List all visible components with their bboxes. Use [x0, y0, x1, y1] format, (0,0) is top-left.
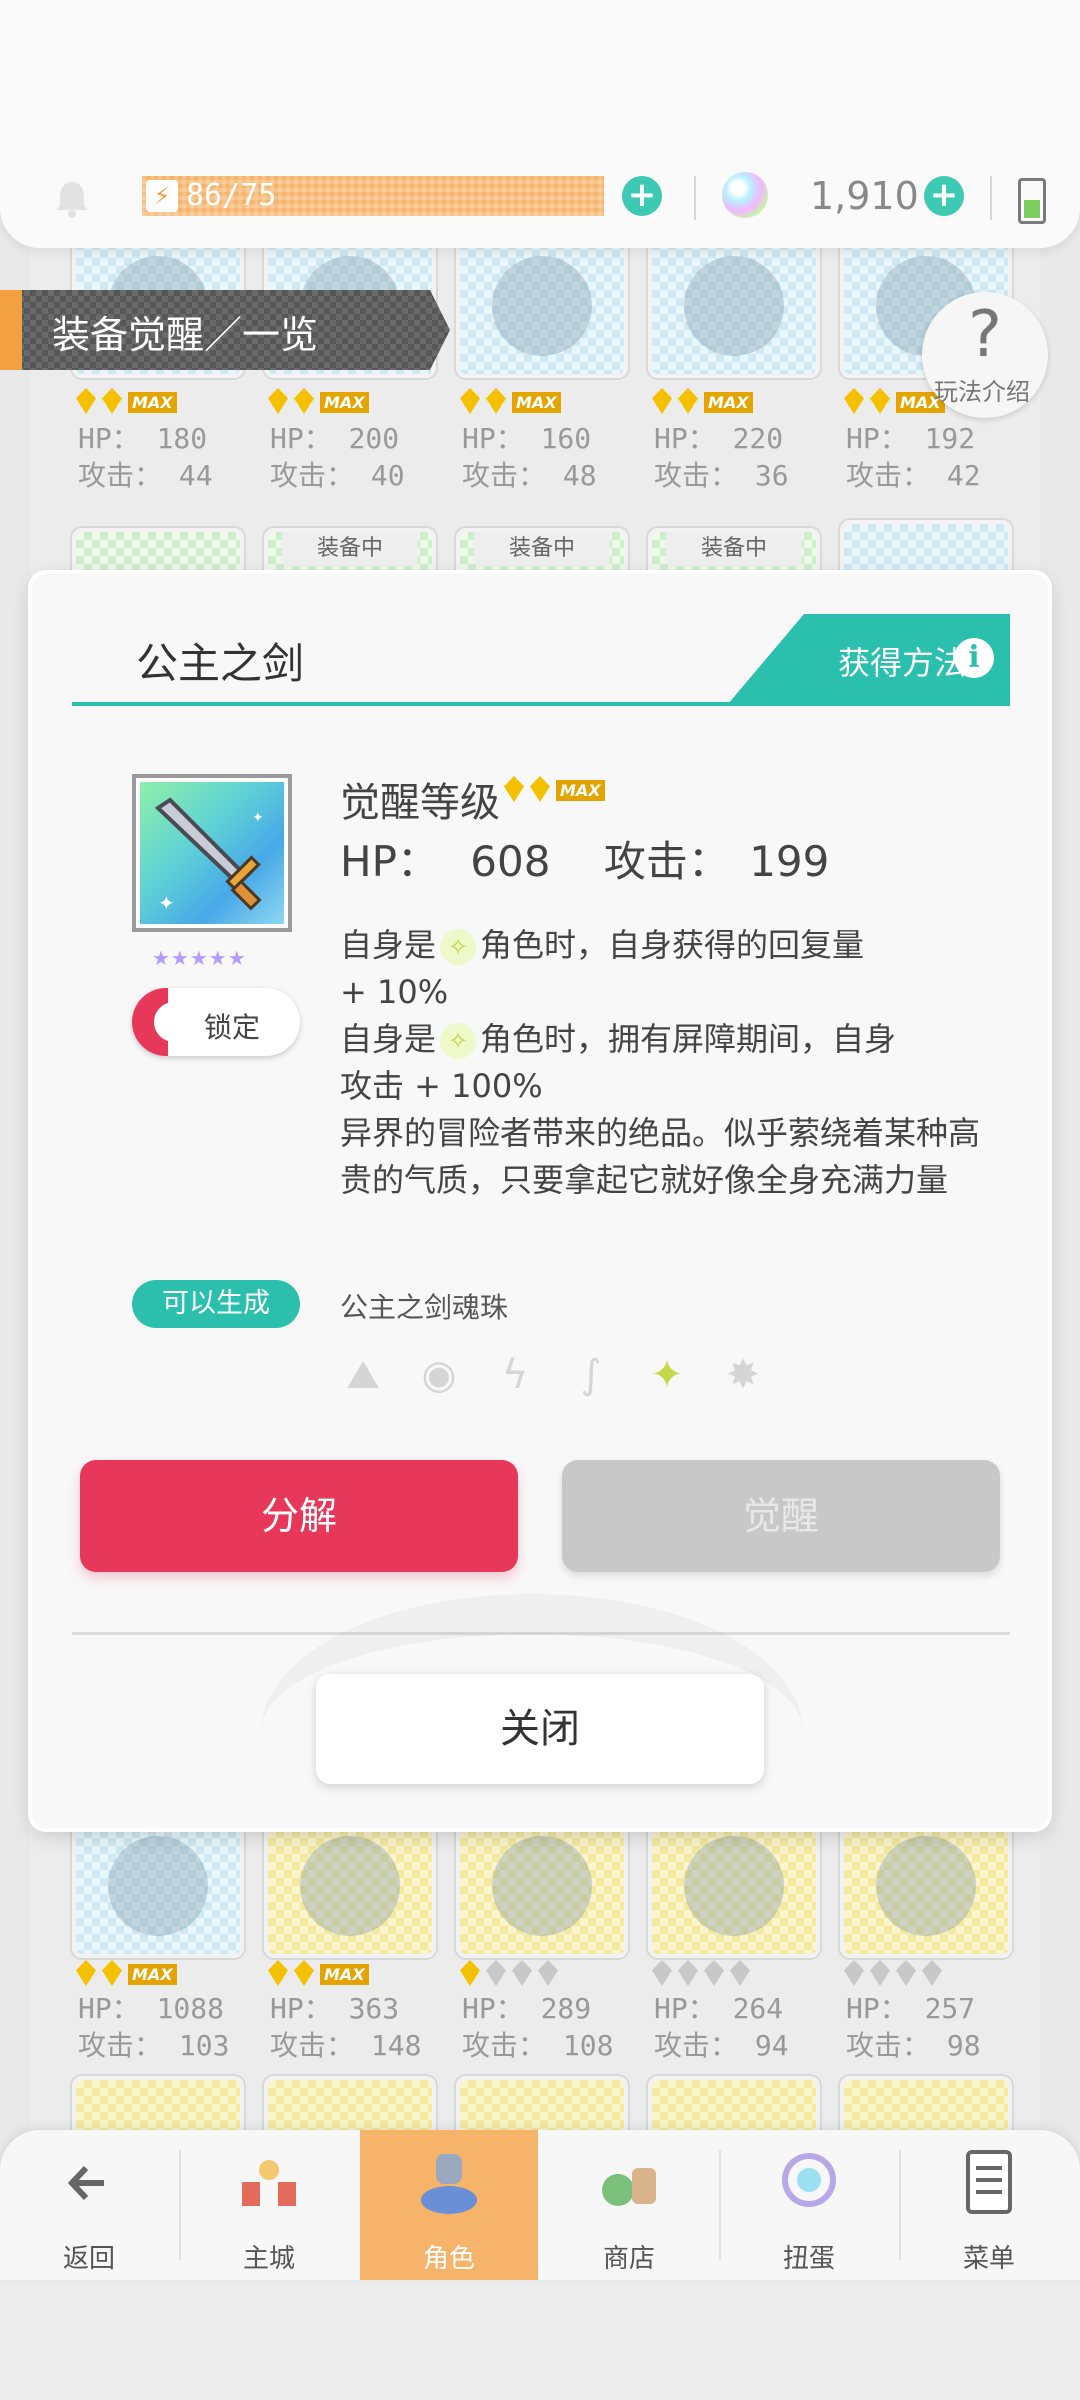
stamina-value: 86/75	[186, 178, 277, 213]
battery-icon	[1018, 178, 1046, 224]
card-stats: HP： 289 攻击： 108	[462, 1992, 614, 2062]
awaken-gems: MAX	[76, 1960, 177, 1990]
shop-icon	[602, 2168, 656, 2206]
effect-line: 自身是 ✧ 角色时，自身获得的回复量	[340, 926, 865, 965]
sparkle-icon: ✧	[440, 1023, 477, 1059]
add-stamina-button[interactable]: +	[622, 176, 662, 216]
card-stats: HP： 257 攻击： 98	[846, 1992, 981, 2062]
awaken-gems: MAX	[268, 388, 369, 418]
close-button[interactable]: 关闭	[316, 1674, 764, 1784]
awaken-gems: MAX	[844, 388, 945, 418]
obtain-method-button[interactable]: 获得方法 i	[728, 614, 1010, 704]
equipment-card[interactable]	[264, 1810, 436, 1958]
effect-line: 攻击 + 100%	[340, 1067, 543, 1105]
menu-icon	[966, 2150, 1012, 2214]
can-generate-badge: 可以生成	[132, 1280, 300, 1328]
equipment-detail-dialog: 公主之剑 获得方法 i ✦ ✦ ★★★★★ 锁定 觉醒等级 MAX HP： 60…	[32, 574, 1048, 1828]
dark-icon: ✸	[726, 1352, 760, 1398]
equipment-card[interactable]	[648, 230, 820, 378]
gesture-area	[0, 2280, 1080, 2400]
top-status-bar: ⚡ 86/75 + 1,910 +	[0, 0, 1080, 248]
gem-count: 1,910	[810, 174, 919, 218]
equipment-card[interactable]	[456, 230, 628, 378]
equipment-card[interactable]	[456, 1810, 628, 1958]
nav-back[interactable]: 返回	[0, 2130, 178, 2280]
bottom-navigation: 返回 主城 角色 商店 扭蛋 菜单	[0, 2130, 1080, 2280]
nav-menu[interactable]: 菜单	[900, 2130, 1078, 2280]
back-arrow-icon	[67, 2165, 104, 2201]
wind-icon: ∫	[580, 1352, 602, 1398]
page-title: 装备觉醒／一览	[52, 313, 319, 357]
divider	[694, 176, 696, 220]
rarity-stars: ★★★★★	[152, 946, 247, 970]
nav-character[interactable]: 角色	[360, 2130, 538, 2280]
card-stats: HP： 220 攻击： 36	[654, 422, 789, 492]
hp-value: 608	[470, 837, 551, 886]
atk-label: 攻击：	[603, 837, 730, 886]
soul-orb-label: 公主之剑魂珠	[340, 1291, 509, 1324]
hp-label: HP：	[340, 837, 439, 886]
awaken-level-gems: MAX	[504, 776, 605, 806]
obtain-method-label: 获得方法	[838, 644, 967, 682]
help-label: 玩法介绍	[934, 378, 1030, 406]
equipment-card[interactable]	[72, 1810, 244, 1958]
awaken-gems	[460, 1960, 564, 1990]
stamina-bar: ⚡ 86/75	[142, 176, 604, 216]
card-stats: HP： 264 攻击： 94	[654, 1992, 789, 2062]
bell-icon[interactable]	[50, 176, 94, 220]
town-icon	[242, 2160, 296, 2206]
lightning-icon: ⚡	[146, 180, 178, 212]
sparkle-icon: ✧	[440, 929, 477, 965]
awaken-gems: MAX	[268, 1960, 369, 1990]
card-stats: HP： 160 攻击： 48	[462, 422, 597, 492]
item-name: 公主之剑	[136, 639, 305, 688]
lock-toggle[interactable]: 锁定	[132, 988, 300, 1056]
awaken-gems: MAX	[460, 388, 561, 418]
flavor-text: 异界的冒险者带来的绝品。似乎萦绕着某种高贵的气质，只要拿起它就好像全身充满力量	[340, 1114, 981, 1199]
card-stats: HP： 192 攻击： 42	[846, 422, 981, 492]
question-icon: ?	[968, 298, 1002, 372]
divider	[990, 176, 992, 220]
awaken-level-label: 觉醒等级	[340, 780, 500, 826]
awaken-gems: MAX	[652, 388, 753, 418]
divider	[72, 1632, 1010, 1635]
nav-gacha[interactable]: 扭蛋	[720, 2130, 898, 2280]
awaken-gems	[844, 1960, 948, 1990]
stats-line: HP： 608 攻击： 199	[340, 828, 829, 889]
equipment-card[interactable]	[648, 1810, 820, 1958]
card-stats: HP： 1088 攻击： 103	[78, 1992, 230, 2062]
awaken-gems	[652, 1960, 756, 1990]
sparkle-icon: ✦	[650, 1352, 684, 1398]
lock-label: 锁定	[204, 1011, 261, 1044]
svg-text:✦: ✦	[252, 810, 264, 826]
add-gems-button[interactable]: +	[924, 176, 964, 216]
atk-value: 199	[749, 837, 830, 886]
svg-text:✦: ✦	[158, 891, 175, 915]
nav-shop[interactable]: 商店	[540, 2130, 718, 2280]
item-portrait: ✦ ✦	[132, 774, 292, 932]
awaken-gems: MAX	[76, 388, 177, 418]
effect-line: 自身是 ✧ 角色时，拥有屏障期间，自身	[340, 1020, 897, 1059]
awaken-button[interactable]: 觉醒	[562, 1460, 1000, 1572]
item-description: 自身是 ✧ 角色时，自身获得的回复量 + 10% 自身是 ✧ 角色时，拥有屏障期间，自身…	[340, 922, 980, 1204]
lightning-icon: ϟ	[501, 1352, 529, 1398]
info-icon: i	[954, 638, 994, 678]
title-underline	[72, 702, 1010, 706]
card-stats: HP： 200 攻击： 40	[270, 422, 405, 492]
page-title-ribbon: 装备觉醒／一览	[0, 290, 450, 370]
gacha-icon	[782, 2153, 836, 2207]
card-stats: HP： 180 攻击： 44	[78, 422, 213, 492]
nav-town[interactable]: 主城	[180, 2130, 358, 2280]
character-icon	[421, 2154, 477, 2214]
help-button[interactable]: ? 玩法介绍	[922, 292, 1048, 418]
earth-icon: ⛰	[346, 1352, 380, 1398]
decompose-button[interactable]: 分解	[80, 1460, 518, 1572]
sword-icon: ✦ ✦	[140, 782, 284, 924]
equipment-card[interactable]	[840, 1810, 1012, 1958]
orb-icon: ◉	[421, 1352, 457, 1398]
element-icons: ⛰ ◉ ϟ ∫ ✦ ✸	[338, 1350, 798, 1400]
gem-icon	[722, 172, 768, 218]
effect-line: + 10%	[340, 973, 449, 1011]
card-stats: HP： 363 攻击： 148	[270, 1992, 422, 2062]
